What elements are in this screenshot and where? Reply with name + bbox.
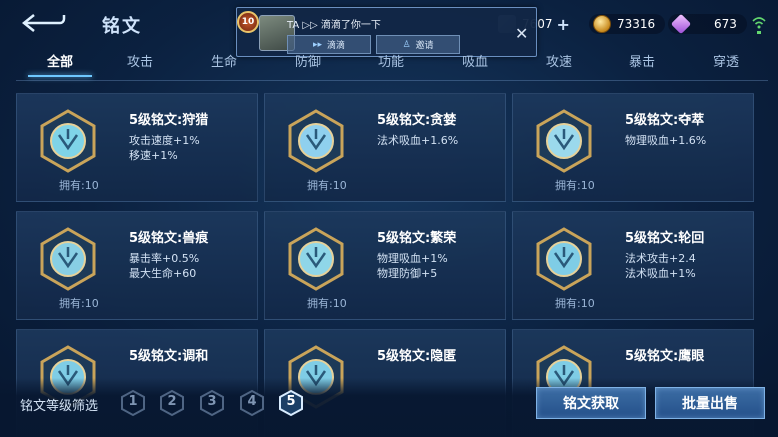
level-filter-2[interactable]: 2 (158, 389, 186, 417)
inscription-emblem-icon (40, 109, 96, 173)
inscription-stat: 暴击率+0.5% (129, 252, 200, 265)
inscription-stats: 攻击速度+1% 移速+1% (129, 133, 200, 163)
level-number: 4 (247, 394, 257, 409)
wifi-icon (752, 17, 766, 34)
inscription-name: 5级铭文:鹰眼 (625, 349, 705, 364)
inscription-name: 5级铭文:兽痕 (129, 231, 209, 246)
inscription-stats: 法术吸血+1.6% (377, 133, 458, 148)
get-inscription-button[interactable]: 铭文获取 (536, 387, 646, 419)
tab-attack[interactable]: 攻击 (108, 52, 172, 80)
inscription-stat: 移速+1% (129, 149, 178, 162)
inscription-name: 5级铭文:夺萃 (625, 113, 705, 128)
level-number: 1 (128, 394, 138, 409)
gold-count: 73316 (617, 17, 656, 31)
inscription-card[interactable]: 5级铭文:兽痕 暴击率+0.5% 最大生命+60 拥有:10 (16, 211, 258, 320)
inscription-emblem-icon (40, 227, 96, 291)
level-number: 2 (167, 394, 177, 409)
owned-count: 拥有:10 (307, 179, 347, 192)
owned-count: 拥有:10 (59, 297, 99, 310)
level-filter-1[interactable]: 1 (119, 389, 147, 417)
page-title: 铭文 (102, 16, 142, 37)
gold-currency[interactable]: 73316 (589, 13, 666, 35)
inscription-card[interactable]: 5级铭文:狩猎 攻击速度+1% 移速+1% 拥有:10 (16, 93, 258, 202)
inscription-card[interactable]: 5级铭文:夺萃 物理吸血+1.6% 拥有:10 (512, 93, 754, 202)
owned-count: 拥有:10 (555, 297, 595, 310)
tab-attack-speed[interactable]: 攻速 (527, 52, 591, 80)
diamond-count: 673 (714, 17, 737, 31)
diamond-currency[interactable]: 673 (668, 13, 747, 35)
tab-penetration[interactable]: 穿透 (694, 52, 758, 80)
inscription-stat: 最大生命+60 (129, 267, 197, 280)
add-ticket-icon[interactable]: + (557, 15, 570, 34)
owned-count: 拥有:10 (555, 179, 595, 192)
inscription-stat: 物理防御+5 (377, 267, 438, 280)
inscription-name: 5级铭文:隐匿 (377, 349, 457, 364)
inscription-stat: 物理吸血+1.6% (625, 134, 707, 147)
tab-utility[interactable]: 功能 (359, 52, 423, 80)
inscription-stats: 暴击率+0.5% 最大生命+60 (129, 251, 199, 281)
tab-lifesteal[interactable]: 吸血 (443, 52, 507, 80)
inscription-stat: 法术吸血+1.6% (377, 134, 459, 147)
level-number: 3 (207, 394, 217, 409)
owned-count: 拥有:10 (307, 297, 347, 310)
inscription-stat: 物理吸血+1% (377, 252, 448, 265)
inscription-card[interactable]: 5级铭文:贪婪 法术吸血+1.6% 拥有:10 (264, 93, 506, 202)
inscription-stats: 物理吸血+1.6% (625, 133, 706, 148)
level-filter-5[interactable]: 5 (277, 389, 305, 417)
tab-defense[interactable]: 防御 (276, 52, 340, 80)
inscription-name: 5级铭文:狩猎 (129, 113, 209, 128)
level-filter-3[interactable]: 3 (198, 389, 226, 417)
inscription-stats: 法术攻击+2.4 法术吸血+1% (625, 251, 696, 281)
player-level-badge: 10 (237, 11, 259, 33)
inscription-emblem-icon (536, 227, 592, 291)
inscription-stat: 攻击速度+1% (129, 134, 200, 147)
add-friend-icon: ♙ (402, 39, 411, 50)
inscription-card[interactable]: 5级铭文:繁荣 物理吸血+1% 物理防御+5 拥有:10 (264, 211, 506, 320)
owned-count: 拥有:10 (59, 179, 99, 192)
inscription-stats: 物理吸血+1% 物理防御+5 (377, 251, 448, 281)
level-filter-label: 铭文等级筛选 (20, 399, 99, 414)
friend-ping-notification: 10 TA ▷▷ 滴滴了你一下 ▸▸ 滴滴 ♙ 邀请 ✕ (236, 7, 537, 57)
inscription-name: 5级铭文:繁荣 (377, 231, 457, 246)
gold-coin-icon (593, 15, 611, 33)
active-tab-indicator (28, 75, 92, 77)
inscription-stat: 法术吸血+1% (625, 267, 696, 280)
inscription-emblem-icon (288, 109, 344, 173)
level-filter-4[interactable]: 4 (238, 389, 266, 417)
level-number: 5 (286, 394, 296, 409)
close-icon[interactable]: ✕ (515, 24, 528, 43)
inscription-emblem-icon (288, 227, 344, 291)
inscription-stat: 法术攻击+2.4 (625, 252, 696, 265)
tab-crit[interactable]: 暴击 (610, 52, 674, 80)
ping-icon: ▸▸ (312, 39, 323, 50)
bulk-sell-button[interactable]: 批量出售 (655, 387, 765, 419)
inscription-name: 5级铭文:调和 (129, 349, 209, 364)
inscription-name: 5级铭文:贪婪 (377, 113, 457, 128)
tab-health[interactable]: 生命 (192, 52, 256, 80)
back-arrow-icon[interactable] (20, 11, 68, 35)
notification-message: TA ▷▷ 滴滴了你一下 (287, 20, 381, 31)
divider (16, 80, 768, 81)
inscription-emblem-icon (536, 109, 592, 173)
diamond-icon (670, 13, 692, 35)
category-tabs: 全部 攻击 生命 防御 功能 吸血 攻速 暴击 穿透 (0, 52, 778, 80)
inscription-name: 5级铭文:轮回 (625, 231, 705, 246)
inscription-card[interactable]: 5级铭文:轮回 法术攻击+2.4 法术吸血+1% 拥有:10 (512, 211, 754, 320)
